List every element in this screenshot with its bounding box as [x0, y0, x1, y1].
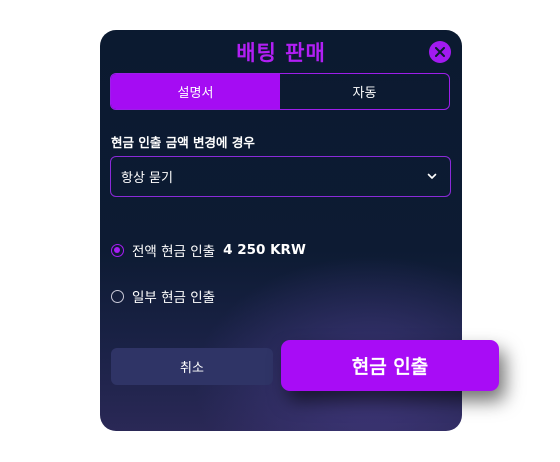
- cashout-button[interactable]: 현금 인출: [281, 340, 499, 391]
- modal-title: 배팅 판매: [236, 41, 326, 65]
- cashout-change-label: 현금 인출 금액 변경에 경우: [111, 135, 255, 150]
- mode-tabs: 설명서 자동: [110, 73, 450, 110]
- option-full-cashout[interactable]: 전액 현금 인출 4 250 KRW: [111, 240, 306, 260]
- cancel-button[interactable]: 취소: [111, 348, 273, 385]
- radio-full-cashout[interactable]: [111, 243, 124, 257]
- close-icon: [435, 47, 445, 57]
- cashout-amount: 4 250 KRW: [223, 242, 306, 258]
- tab-manual[interactable]: 설명서: [111, 74, 280, 109]
- tab-auto[interactable]: 자동: [280, 74, 449, 109]
- select-value: 항상 묻기: [121, 171, 173, 186]
- option-full-cashout-label: 전액 현금 인출: [132, 244, 216, 260]
- close-button[interactable]: [429, 41, 451, 63]
- option-partial-cashout-label: 일부 현금 인출: [132, 290, 216, 306]
- radio-partial-cashout[interactable]: [111, 289, 124, 303]
- option-partial-cashout[interactable]: 일부 현금 인출: [111, 286, 215, 306]
- cashout-change-select[interactable]: 항상 묻기: [110, 156, 451, 197]
- chevron-down-icon: [427, 173, 437, 179]
